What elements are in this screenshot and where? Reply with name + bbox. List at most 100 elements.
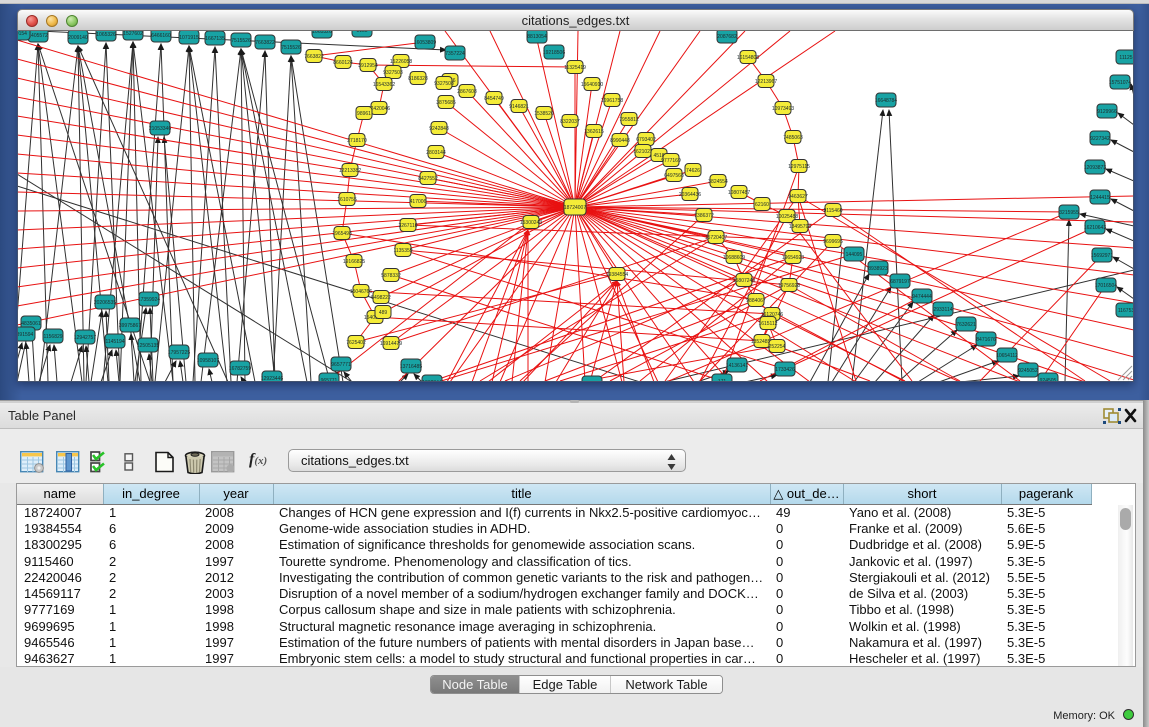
svg-text:2867608: 2867608 xyxy=(457,89,477,95)
svg-text:1733426: 1733426 xyxy=(775,367,795,373)
svg-text:16543362: 16543362 xyxy=(373,82,395,88)
svg-text:6879197: 6879197 xyxy=(890,279,910,285)
svg-text:17016504: 17016504 xyxy=(1095,283,1117,289)
svg-text:8990448: 8990448 xyxy=(610,138,630,144)
svg-text:116753: 116753 xyxy=(1118,308,1134,314)
svg-text:5498222: 5498222 xyxy=(371,295,391,301)
svg-text:6793402: 6793402 xyxy=(636,137,656,143)
svg-text:144095: 144095 xyxy=(846,252,863,258)
svg-text:8186328: 8186328 xyxy=(408,76,428,82)
svg-text:19654923: 19654923 xyxy=(782,255,804,261)
svg-text:9227342: 9227342 xyxy=(1090,136,1110,142)
svg-text:15226058: 15226058 xyxy=(390,59,412,65)
svg-text:20206535: 20206535 xyxy=(94,300,116,306)
svg-text:17957225: 17957225 xyxy=(168,350,190,356)
svg-text:7515526: 7515526 xyxy=(281,45,301,51)
svg-text:9777169: 9777169 xyxy=(661,158,681,164)
svg-text:1065326: 1065326 xyxy=(96,32,116,38)
svg-text:19756928: 19756928 xyxy=(778,283,800,289)
svg-text:12213382: 12213382 xyxy=(339,168,361,174)
svg-text:9146821: 9146821 xyxy=(509,104,529,110)
svg-text:12093873: 12093873 xyxy=(1084,165,1106,171)
svg-text:9699695: 9699695 xyxy=(823,239,843,245)
svg-text:2009140: 2009140 xyxy=(68,35,88,41)
svg-text:8660124: 8660124 xyxy=(333,60,353,66)
svg-text:8135: 8135 xyxy=(356,31,367,34)
svg-text:10958107: 10958107 xyxy=(197,358,219,364)
svg-text:19218506: 19218506 xyxy=(543,50,565,56)
svg-text:7663822: 7663822 xyxy=(255,40,275,46)
svg-text:4835061: 4835061 xyxy=(21,321,41,327)
svg-text:9327503: 9327503 xyxy=(383,70,403,76)
svg-text:1615112: 1615112 xyxy=(758,321,777,327)
svg-text:9884067: 9884067 xyxy=(746,298,766,304)
svg-text:15300243: 15300243 xyxy=(520,220,542,226)
svg-text:1362615: 1362615 xyxy=(584,129,604,135)
svg-text:20364436: 20364436 xyxy=(679,192,701,198)
svg-text:1145194: 1145194 xyxy=(105,339,124,345)
svg-text:6466160: 6466160 xyxy=(151,33,171,39)
svg-text:2087682: 2087682 xyxy=(717,34,737,40)
svg-text:74626: 74626 xyxy=(686,168,700,174)
svg-text:13495798: 13495798 xyxy=(789,224,811,230)
svg-text:8471676: 8471676 xyxy=(976,337,996,343)
svg-text:252254: 252254 xyxy=(769,344,786,350)
svg-text:7386372: 7386372 xyxy=(694,213,714,219)
svg-text:16210643: 16210643 xyxy=(1084,225,1106,231)
svg-text:489: 489 xyxy=(379,310,388,316)
svg-text:7663822: 7663822 xyxy=(304,54,324,60)
svg-text:1621022: 1621022 xyxy=(633,149,653,155)
svg-text:9115460: 9115460 xyxy=(823,208,842,214)
svg-text:15720407: 15720407 xyxy=(705,235,727,241)
svg-text:8322037: 8322037 xyxy=(560,119,580,125)
svg-text:1065326: 1065326 xyxy=(312,31,332,35)
svg-text:8938923: 8938923 xyxy=(868,266,888,272)
svg-text:9129966: 9129966 xyxy=(1097,109,1117,115)
svg-text:3267110: 3267110 xyxy=(398,223,417,229)
svg-text:19166825: 19166825 xyxy=(343,259,365,265)
svg-text:15751074: 15751074 xyxy=(1109,80,1131,86)
svg-text:1610755: 1610755 xyxy=(337,197,357,203)
svg-text:6497568: 6497568 xyxy=(664,173,684,179)
svg-text:8427552: 8427552 xyxy=(418,176,438,182)
svg-text:16914479: 16914479 xyxy=(380,341,402,347)
svg-text:10688609: 10688609 xyxy=(723,255,745,261)
svg-text:10025488: 10025488 xyxy=(776,214,798,220)
svg-text:3824554: 3824554 xyxy=(708,179,728,185)
svg-text:1135359: 1135359 xyxy=(393,248,412,254)
svg-text:10973493: 10973493 xyxy=(772,106,794,112)
svg-text:1527602: 1527602 xyxy=(123,31,143,37)
svg-text:8454749: 8454749 xyxy=(484,96,504,102)
svg-text:21053346: 21053346 xyxy=(149,126,171,132)
svg-text:7625402: 7625402 xyxy=(346,340,366,346)
svg-text:16782759: 16782759 xyxy=(229,366,251,372)
svg-text:1667135: 1667135 xyxy=(205,36,225,42)
svg-text:9657771: 9657771 xyxy=(331,362,351,368)
svg-text:9327508: 9327508 xyxy=(434,81,454,87)
svg-text:1965498: 1965498 xyxy=(332,231,352,237)
svg-text:16648784: 16648784 xyxy=(875,98,897,104)
svg-text:1405572: 1405572 xyxy=(28,33,48,39)
svg-text:2718170: 2718170 xyxy=(347,138,367,144)
svg-text:3912954: 3912954 xyxy=(358,63,378,69)
svg-text:9242848: 9242848 xyxy=(429,126,449,132)
svg-text:11125: 11125 xyxy=(1119,55,1132,61)
svg-text:3875685: 3875685 xyxy=(436,100,456,106)
svg-text:15807249: 15807249 xyxy=(733,278,755,284)
svg-text:8813054: 8813054 xyxy=(527,34,547,40)
svg-text:15640910: 15640910 xyxy=(581,82,603,88)
svg-text:19384554: 19384554 xyxy=(606,272,628,278)
svg-text:5878332: 5878332 xyxy=(381,273,401,279)
svg-text:2803144: 2803144 xyxy=(426,150,446,156)
svg-text:7485063: 7485063 xyxy=(783,135,803,141)
svg-text:10654112: 10654112 xyxy=(996,353,1018,359)
svg-text:12923446: 12923446 xyxy=(261,376,283,382)
svg-text:62160: 62160 xyxy=(755,202,769,208)
svg-text:1156829: 1156829 xyxy=(43,334,62,340)
svg-text:2933114: 2933114 xyxy=(933,307,952,313)
svg-text:1071915: 1071915 xyxy=(179,35,199,41)
svg-text:7955812: 7955812 xyxy=(619,117,639,123)
svg-text:7515526: 7515526 xyxy=(231,38,251,44)
svg-text:9474444: 9474444 xyxy=(912,294,932,300)
svg-text:16053809: 16053809 xyxy=(414,40,436,46)
